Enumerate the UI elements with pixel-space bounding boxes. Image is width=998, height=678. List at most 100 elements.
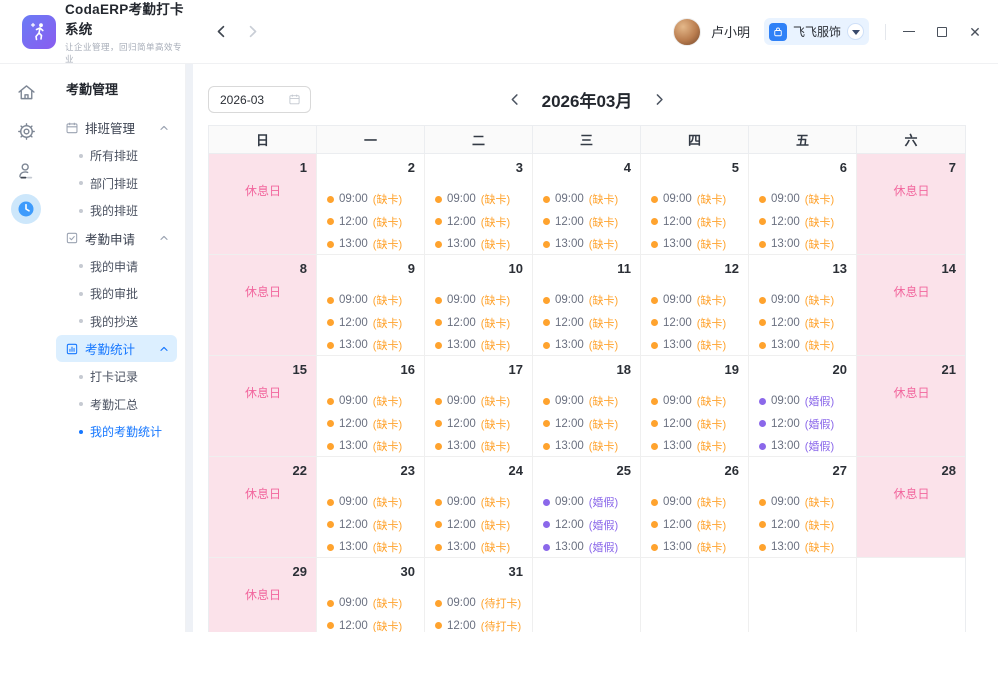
company-switcher[interactable]: 飞飞服饰 [764,18,869,45]
day-cell[interactable]: 3109:00(待打卡)12:00(待打卡) [425,558,533,632]
chevron-up-icon[interactable] [158,343,170,355]
sidebar-item[interactable]: 所有排班 [56,142,177,170]
record-status: (缺卡) [697,292,726,308]
calendar-icon [65,121,79,135]
clock-icon [11,194,41,224]
record-status: (缺卡) [589,315,618,331]
status-dot-icon [651,319,658,326]
day-cell[interactable]: 1109:00(缺卡)12:00(缺卡)13:00(缺卡)18:00(缺卡) [533,255,641,355]
day-cell[interactable]: 2709:00(缺卡)12:00(缺卡)13:00(缺卡)18:00(缺卡) [749,457,857,557]
sidebar-item[interactable]: 部门排班 [56,170,177,198]
status-dot-icon [759,319,766,326]
sidebar-item[interactable]: 我的考勤统计 [56,418,177,446]
status-dot-icon [651,241,658,248]
nav-back-icon[interactable] [214,24,229,39]
status-dot-icon [435,544,442,551]
day-number: 17 [509,362,523,377]
day-cell[interactable]: 2009:00(婚假)12:00(婚假)13:00(婚假)18:00(婚假) [749,356,857,456]
status-dot-icon [435,420,442,427]
maximize-icon[interactable] [935,25,949,39]
month-input[interactable] [220,93,282,107]
day-cell[interactable]: 409:00(缺卡)12:00(缺卡)13:00(缺卡)18:00(缺卡) [533,154,641,254]
record-status: (缺卡) [697,517,726,533]
day-cell[interactable]: 1209:00(缺卡)12:00(缺卡)13:00(缺卡)18:00(缺卡) [641,255,749,355]
day-cell[interactable]: 2609:00(缺卡)12:00(缺卡)13:00(缺卡)18:00(缺卡) [641,457,749,557]
attendance-record: 09:00(缺卡) [759,191,847,207]
day-cell[interactable]: 209:00(缺卡)12:00(缺卡)13:00(缺卡)18:00(缺卡) [317,154,425,254]
nav-forward-icon[interactable] [245,24,260,39]
rail-item-members[interactable] [9,155,43,185]
sidebar-item[interactable]: 我的抄送 [56,308,177,336]
rail-item-attendance[interactable] [9,194,43,224]
status-dot-icon [651,218,658,225]
day-cell[interactable]: 1909:00(缺卡)12:00(缺卡)13:00(缺卡)18:00(缺卡) [641,356,749,456]
status-dot-icon [651,443,658,450]
bullet-icon [79,264,83,268]
day-cell[interactable]: 14休息日 [857,255,965,355]
record-list: 09:00(缺卡)12:00(缺卡)13:00(缺卡)18:00(缺卡) [327,494,415,557]
attendance-record: 09:00(缺卡) [435,191,523,207]
prev-month-icon[interactable] [509,93,522,106]
day-cell[interactable]: 2309:00(缺卡)12:00(缺卡)13:00(缺卡)18:00(缺卡) [317,457,425,557]
record-time: 09:00 [339,193,368,205]
sidebar-item[interactable]: 我的审批 [56,280,177,308]
day-cell[interactable]: 2409:00(缺卡)12:00(缺卡)13:00(缺卡)18:00(缺卡) [425,457,533,557]
status-dot-icon [543,297,550,304]
day-cell[interactable]: 29休息日 [209,558,317,632]
record-time: 09:00 [447,193,476,205]
day-cell[interactable]: 21休息日 [857,356,965,456]
status-dot-icon [543,241,550,248]
rail-item-settings[interactable] [9,116,43,146]
attendance-record: 09:00(缺卡) [327,191,415,207]
day-cell[interactable]: 509:00(缺卡)12:00(缺卡)13:00(缺卡)18:00(缺卡) [641,154,749,254]
day-cell[interactable]: 309:00(缺卡)12:00(缺卡)13:00(缺卡)18:00(缺卡) [425,154,533,254]
day-cell[interactable]: 609:00(缺卡)12:00(缺卡)13:00(缺卡)18:00(缺卡) [749,154,857,254]
day-cell[interactable]: 22休息日 [209,457,317,557]
sidebar-item[interactable]: 打卡记录 [56,363,177,391]
sidebar-group[interactable]: 考勤申请 [56,225,177,252]
record-time: 13:00 [663,541,692,553]
chevron-up-icon[interactable] [158,122,170,134]
day-cell[interactable]: 15休息日 [209,356,317,456]
sidebar-group-label: 考勤申请 [85,229,135,248]
record-time: 12:00 [771,519,800,531]
day-cell[interactable]: 8休息日 [209,255,317,355]
status-dot-icon [543,499,550,506]
sidebar-menu: 排班管理所有排班部门排班我的排班考勤申请我的申请我的审批我的抄送考勤统计打卡记录… [56,114,177,446]
record-time: 09:00 [663,294,692,306]
rest-day-label: 休息日 [219,182,307,199]
next-month-icon[interactable] [652,93,665,106]
status-dot-icon [435,622,442,629]
sidebar-item[interactable]: 我的申请 [56,253,177,281]
day-cell[interactable]: 1709:00(缺卡)12:00(缺卡)13:00(缺卡)18:00(缺卡) [425,356,533,456]
day-cell[interactable]: 28休息日 [857,457,965,557]
month-picker[interactable] [208,86,311,113]
rail-item-home[interactable] [9,77,43,107]
record-status: (婚假) [589,494,618,510]
sidebar-item[interactable]: 我的排班 [56,197,177,225]
day-cell[interactable]: 3009:00(缺卡)12:00(缺卡) [317,558,425,632]
sidebar-group[interactable]: 考勤统计 [56,335,177,362]
day-number: 14 [942,261,956,276]
chevron-down-icon[interactable] [847,23,864,40]
sidebar-item[interactable]: 考勤汇总 [56,391,177,419]
day-cell[interactable]: 1309:00(缺卡)12:00(缺卡)13:00(缺卡)18:00(缺卡) [749,255,857,355]
day-cell[interactable]: 1609:00(缺卡)12:00(缺卡)13:00(缺卡)17:33:57(早退… [317,356,425,456]
day-cell[interactable]: 7休息日 [857,154,965,254]
record-status: (缺卡) [481,315,510,331]
minimize-icon[interactable] [902,25,916,39]
chevron-up-icon[interactable] [158,232,170,244]
user-avatar[interactable] [673,18,701,46]
day-cell[interactable]: 909:00(缺卡)12:00(缺卡)13:00(缺卡)18:00(缺卡) [317,255,425,355]
status-dot-icon [651,544,658,551]
record-time: 13:00 [771,440,800,452]
day-cell[interactable]: 1009:00(缺卡)12:00(缺卡)13:00(缺卡)18:00(缺卡) [425,255,533,355]
record-time: 09:00 [663,496,692,508]
day-cell[interactable]: 1休息日 [209,154,317,254]
sidebar-group[interactable]: 排班管理 [56,114,177,141]
record-time: 09:00 [339,294,368,306]
day-cell[interactable]: 1809:00(缺卡)12:00(缺卡)13:00(缺卡)18:00(缺卡) [533,356,641,456]
close-icon[interactable]: ✕ [968,25,982,39]
day-cell[interactable]: 2509:00(婚假)12:00(婚假)13:00(婚假)18:00(婚假) [533,457,641,557]
record-list: 09:00(缺卡)12:00(缺卡)13:00(缺卡)18:00(缺卡) [651,393,739,456]
